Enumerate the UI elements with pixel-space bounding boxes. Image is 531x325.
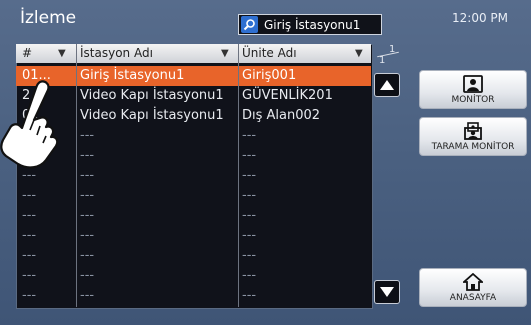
cell-unit-name: --- — [242, 148, 257, 163]
column-header-number[interactable]: # ▼ — [22, 44, 66, 63]
home-button[interactable]: ANASAYFA — [419, 268, 527, 307]
column-header-label: Ünite Adı — [242, 46, 297, 60]
scroll-down-button[interactable] — [374, 280, 400, 304]
cell-station-name: --- — [80, 148, 95, 163]
cell-unit-name: Giriş001 — [242, 68, 297, 83]
table-row[interactable]: --- --- --- — [16, 186, 371, 206]
cell-number: --- — [22, 288, 37, 303]
cell-number: --- — [22, 268, 37, 283]
cell-unit-name: --- — [242, 228, 257, 243]
scroll-up-button[interactable] — [374, 73, 400, 97]
cell-unit-name: --- — [242, 168, 257, 183]
scroll-down-icon — [380, 287, 394, 297]
table-row[interactable]: --- --- --- — [16, 226, 371, 246]
search-value: Giriş İstasyonu1 — [264, 17, 361, 32]
cell-station-name: Giriş İstasyonu1 — [80, 68, 185, 83]
table-row[interactable]: --- --- --- — [16, 206, 371, 226]
scan-monitor-button[interactable]: TARAMA MONİTOR — [419, 117, 527, 156]
column-header-label: # — [22, 46, 33, 60]
monitor-button-label: MONİTOR — [451, 95, 495, 105]
home-button-label: ANASAYFA — [449, 293, 497, 303]
column-header-unit[interactable]: Ünite Adı ▼ — [242, 44, 370, 63]
table-row[interactable]: --- --- --- — [16, 286, 371, 306]
table-row[interactable]: --- --- --- — [16, 266, 371, 286]
cell-station-name: --- — [80, 228, 95, 243]
page-total: 1 — [379, 55, 386, 66]
scan-monitor-button-label: TARAMA MONİTOR — [431, 142, 515, 152]
cell-station-name: --- — [80, 128, 95, 143]
cell-unit-name: --- — [242, 268, 257, 283]
cell-station-name: --- — [80, 208, 95, 223]
sort-arrow-icon[interactable]: ▼ — [221, 44, 229, 63]
search-field[interactable]: Giriş İstasyonu1 — [238, 14, 382, 35]
table-row[interactable]: --- --- --- — [16, 246, 371, 266]
cell-unit-name: --- — [242, 128, 257, 143]
sort-arrow-icon[interactable]: ▼ — [58, 44, 66, 63]
cell-unit-name: GÜVENLİK201 — [242, 88, 333, 103]
cell-unit-name: Dış Alan002 — [242, 108, 321, 123]
table-header: # ▼ İstasyon Adı ▼ Ünite Adı ▼ — [16, 44, 371, 63]
cell-station-name: --- — [80, 188, 95, 203]
scan-monitor-icon — [462, 121, 484, 140]
cell-unit-name: --- — [242, 208, 257, 223]
cell-station-name: Video Kapı İstasyonu1 — [80, 108, 224, 123]
page-title: İzleme — [20, 8, 77, 28]
sort-arrow-icon[interactable]: ▼ — [355, 44, 363, 63]
page-indicator: 1 1 — [373, 44, 401, 67]
cell-unit-name: --- — [242, 188, 257, 203]
cell-station-name: --- — [80, 288, 95, 303]
cell-station-name: Video Kapı İstasyonu1 — [80, 88, 224, 103]
cell-station-name: --- — [80, 168, 95, 183]
monitor-button[interactable]: MONİTOR — [419, 70, 527, 109]
home-icon — [462, 272, 484, 291]
clock: 12:00 PM — [452, 11, 508, 25]
search-icon[interactable] — [241, 16, 258, 33]
cell-unit-name: --- — [242, 288, 257, 303]
cell-station-name: --- — [80, 268, 95, 283]
cell-number: --- — [22, 248, 37, 263]
monitoring-screen: İzleme Giriş İstasyonu1 12:00 PM # ▼ İst… — [0, 0, 531, 325]
column-divider — [238, 44, 239, 307]
monitor-icon — [462, 74, 484, 93]
cell-number: --- — [22, 188, 37, 203]
cell-unit-name: --- — [242, 248, 257, 263]
cell-number: --- — [22, 208, 37, 223]
scroll-up-icon — [380, 80, 394, 90]
column-header-label: İstasyon Adı — [80, 46, 153, 60]
column-header-station[interactable]: İstasyon Adı ▼ — [80, 44, 240, 63]
cell-number: --- — [22, 228, 37, 243]
cell-station-name: --- — [80, 248, 95, 263]
pointing-hand-icon — [0, 80, 59, 169]
